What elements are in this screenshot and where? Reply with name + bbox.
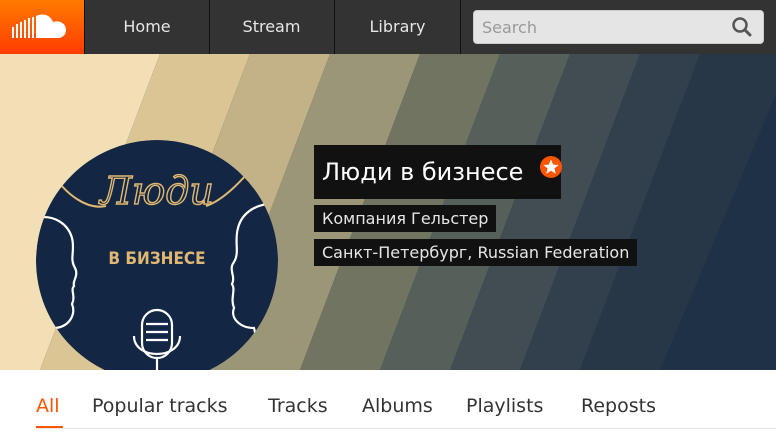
tab-reposts[interactable]: Reposts	[581, 395, 656, 417]
avatar-artwork: Люди В БИЗНЕСЕ	[36, 140, 278, 370]
tab-albums[interactable]: Albums	[362, 395, 433, 417]
profile-company: Компания Гельстер	[314, 205, 497, 232]
soundcloud-logo[interactable]	[0, 0, 84, 54]
profile-name-box: Люди в бизнесе	[314, 145, 562, 199]
tab-tracks[interactable]: Tracks	[268, 395, 328, 417]
nav-library[interactable]: Library	[335, 0, 461, 54]
profile-location: Санкт-Петербург, Russian Federation	[314, 239, 638, 266]
tab-popular-tracks[interactable]: Popular tracks	[92, 395, 228, 417]
tab-all[interactable]: All	[36, 395, 60, 417]
nav-stream[interactable]: Stream	[209, 0, 335, 54]
nav-home[interactable]: Home	[84, 0, 210, 54]
active-tab-indicator	[36, 426, 63, 428]
avatar-script-text: Люди	[98, 169, 214, 213]
pro-star-badge-icon	[540, 156, 562, 178]
profile-avatar[interactable]: Люди В БИЗНЕСЕ	[36, 140, 278, 370]
tab-playlists[interactable]: Playlists	[466, 395, 543, 417]
profile-tabs: All Popular tracks Tracks Albums Playlis…	[0, 370, 776, 436]
soundcloud-cloud-icon	[12, 14, 66, 38]
top-navigation-bar: Home Stream Library	[0, 0, 776, 54]
profile-header-banner: Люди В БИЗНЕСЕ Люди в бизнесе Компания Г…	[0, 54, 776, 370]
tabs-divider	[36, 428, 776, 429]
search-input[interactable]	[473, 10, 764, 44]
profile-name: Люди в бизнесе	[322, 158, 524, 186]
search-icon[interactable]	[728, 13, 756, 41]
avatar-title-text: В БИЗНЕСЕ	[108, 249, 205, 269]
